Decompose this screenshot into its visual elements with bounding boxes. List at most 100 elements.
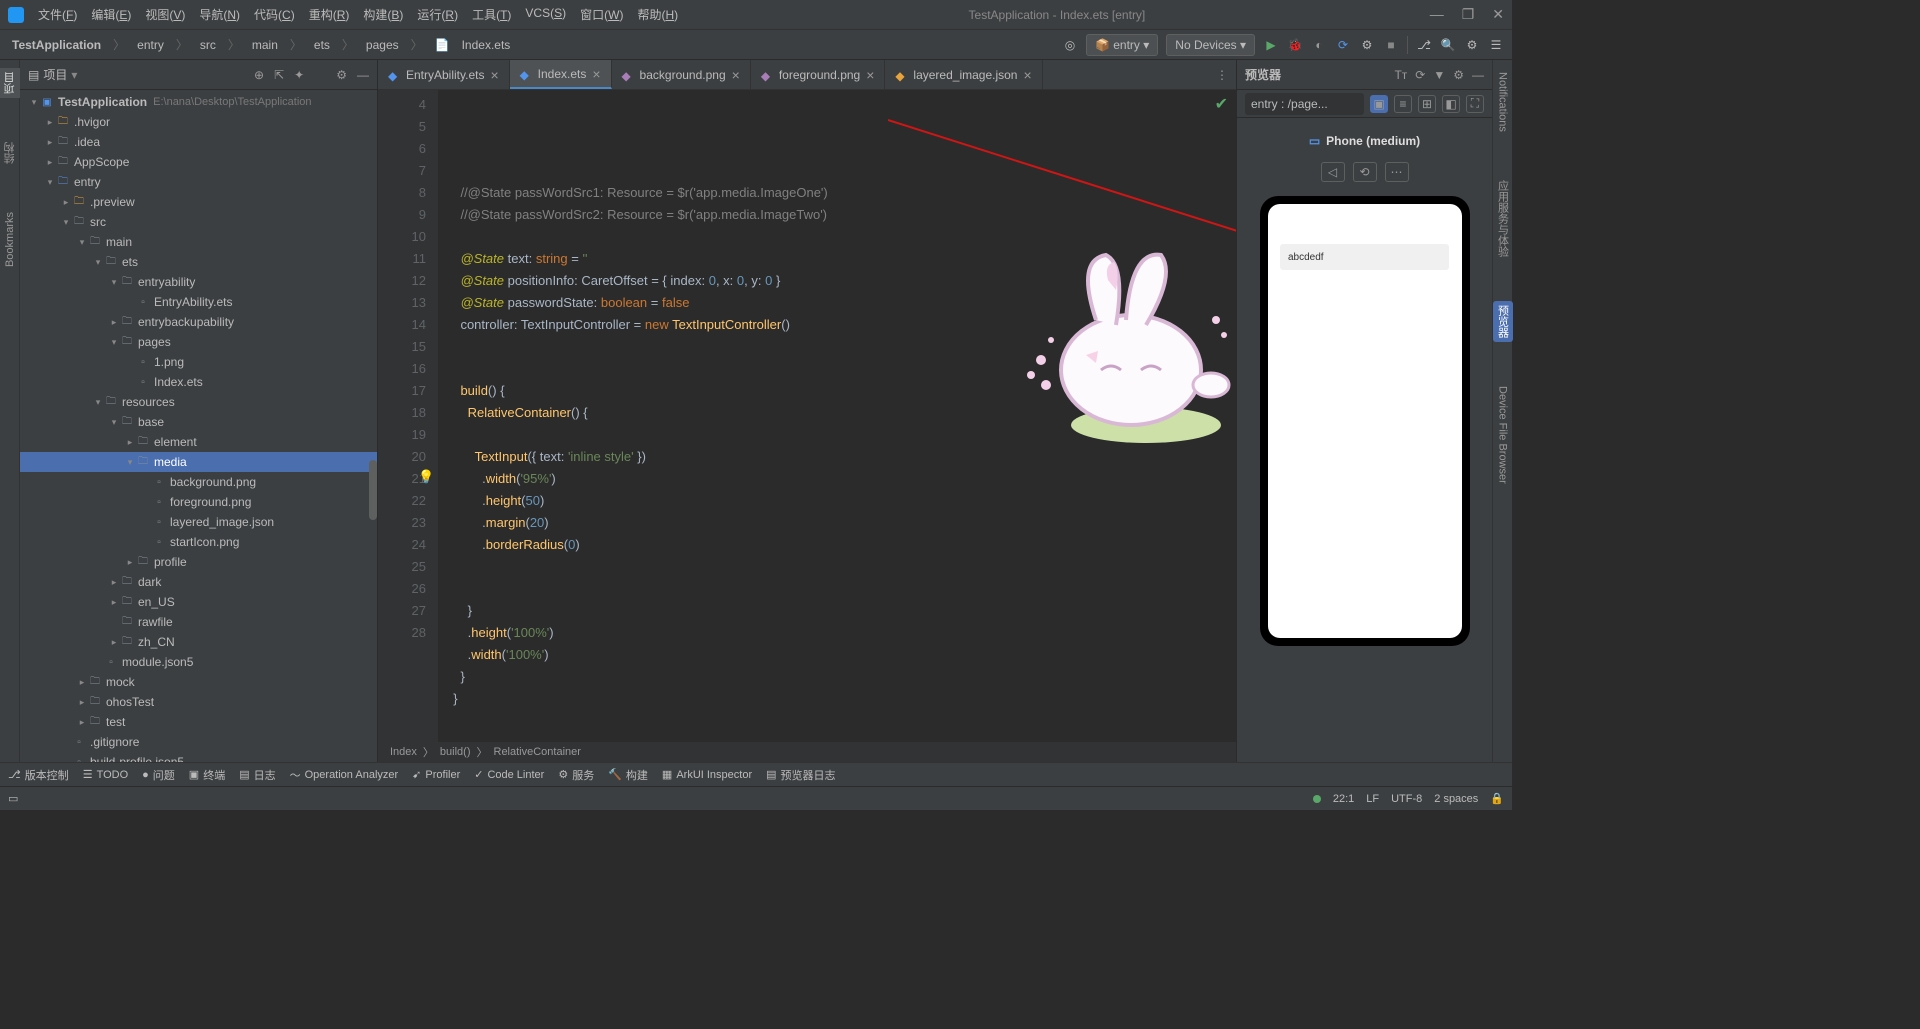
tool-tab[interactable]: 项目 [0, 68, 20, 98]
tool-tab[interactable]: Device File Browser [1495, 382, 1511, 488]
close-icon[interactable]: × [866, 67, 874, 83]
tree-node[interactable]: ▫foreground.png [20, 492, 377, 512]
run-button[interactable]: ▶ [1263, 37, 1279, 53]
tree-node[interactable]: ▾🗀entryability [20, 272, 377, 292]
mode-grid-icon[interactable]: ⊞ [1418, 95, 1436, 113]
tool-tab[interactable]: 预览器 [1493, 301, 1513, 342]
tree-node[interactable]: ▫.gitignore [20, 732, 377, 752]
editor-tab[interactable]: ◆layered_image.json× [885, 60, 1042, 89]
bottom-tool[interactable]: ▤日志 [239, 767, 275, 783]
preview-path[interactable]: entry : /page... [1245, 93, 1364, 115]
encoding[interactable]: UTF-8 [1391, 793, 1422, 805]
menu-item[interactable]: 工具(T) [466, 2, 517, 27]
settings-icon[interactable]: ⚙ [1464, 37, 1480, 53]
indent[interactable]: 2 spaces [1434, 793, 1478, 805]
tool-tab[interactable]: Bookmarks [2, 208, 18, 271]
readonly-icon[interactable]: 🔒 [1490, 792, 1504, 805]
tree-node[interactable]: ▸🗀profile [20, 552, 377, 572]
tree-node[interactable]: ▸🗀AppScope [20, 152, 377, 172]
attach-icon[interactable]: ⚙ [1359, 37, 1375, 53]
scrollbar[interactable] [369, 460, 377, 520]
debug-button[interactable]: 🐞 [1287, 37, 1303, 53]
code-crumb-item[interactable]: RelativeContainer [494, 746, 581, 758]
editor-tab[interactable]: ◆Index.ets× [510, 60, 612, 89]
crumb-item[interactable]: entry [133, 36, 168, 54]
code-crumb-item[interactable]: Index [390, 746, 417, 758]
maximize-button[interactable]: ❐ [1462, 6, 1475, 23]
tree-node[interactable]: ▸🗀.preview [20, 192, 377, 212]
bottom-tool[interactable]: 〜Operation Analyzer [290, 767, 399, 783]
menu-item[interactable]: 导航(N) [193, 2, 246, 27]
tree-node[interactable]: ▸🗀mock [20, 672, 377, 692]
tree-node[interactable]: ▾🗀main [20, 232, 377, 252]
tree-node[interactable]: ▫1.png [20, 352, 377, 372]
notifications-icon[interactable]: ☰ [1488, 37, 1504, 53]
close-icon[interactable]: × [1023, 67, 1031, 83]
tree-root[interactable]: ▾▣TestApplicationE:\nana\Desktop\TestApp… [20, 92, 377, 112]
bottom-tool[interactable]: 🔨构建 [608, 767, 648, 783]
coverage-icon[interactable]: ◐ [1311, 37, 1327, 53]
tree-node[interactable]: ▾🗀resources [20, 392, 377, 412]
mode-single-icon[interactable]: ▣ [1370, 95, 1388, 113]
menu-item[interactable]: 视图(V) [139, 2, 191, 27]
code-content[interactable]: ✔ //@State passWordSrc1: Resource = $r('… [438, 90, 1236, 742]
mode-stack-icon[interactable]: ≡ [1394, 95, 1412, 113]
bottom-tool[interactable]: ▤预览器日志 [766, 767, 835, 783]
locate-icon[interactable]: ⊕ [254, 68, 264, 82]
cursor-position[interactable]: 22:1 [1333, 793, 1354, 805]
rotate-button[interactable]: ⟲ [1353, 162, 1377, 182]
back-button[interactable]: ◁ [1321, 162, 1345, 182]
tree-node[interactable]: ▫background.png [20, 472, 377, 492]
module-selector[interactable]: 📦 entry ▾ [1086, 34, 1158, 56]
crumb-item[interactable]: main [248, 36, 282, 54]
tree-node[interactable]: ▫build-profile.json5 [20, 752, 377, 762]
bottom-tool[interactable]: ⎇版本控制 [8, 767, 69, 783]
menu-item[interactable]: 代码(C) [248, 2, 301, 27]
bottom-tool[interactable]: ⚙服务 [558, 767, 594, 783]
menu-item[interactable]: 运行(R) [411, 2, 464, 27]
mode-full-icon[interactable]: ⛶ [1466, 95, 1484, 113]
preview-hide-icon[interactable]: — [1472, 68, 1484, 82]
tool-tab[interactable]: Notifications [1495, 68, 1511, 136]
tree-node[interactable]: ▫layered_image.json [20, 512, 377, 532]
tool-tab[interactable]: 应用服务与体验 [1493, 176, 1513, 261]
crumb-item[interactable]: src [196, 36, 220, 54]
close-icon[interactable]: × [592, 66, 600, 82]
editor-tab[interactable]: ◆EntryAbility.ets× [378, 60, 510, 89]
stop-button[interactable]: ■ [1383, 37, 1399, 53]
preview-text-input[interactable]: abcdedf [1280, 244, 1449, 270]
menu-item[interactable]: 构建(B) [357, 2, 409, 27]
menu-item[interactable]: VCS(S) [519, 2, 572, 27]
editor-tab[interactable]: ◆background.png× [612, 60, 751, 89]
refresh-icon[interactable]: ⟳ [1335, 37, 1351, 53]
menu-item[interactable]: 重构(R) [303, 2, 356, 27]
editor-tab[interactable]: ◆foreground.png× [751, 60, 886, 89]
tree-node[interactable]: ▾🗀base [20, 412, 377, 432]
minimize-button[interactable]: — [1430, 6, 1444, 23]
tree-node[interactable]: ▫startIcon.png [20, 532, 377, 552]
tree-node[interactable]: ▾🗀media [20, 452, 377, 472]
tree-node[interactable]: ▸🗀zh_CN [20, 632, 377, 652]
bulb-icon[interactable]: 💡 [418, 466, 434, 488]
tree-node[interactable]: ▾🗀ets [20, 252, 377, 272]
device-selector[interactable]: No Devices ▾ [1166, 34, 1255, 56]
tree-node[interactable]: ▫module.json5 [20, 652, 377, 672]
bottom-tool[interactable]: ✓Code Linter [474, 768, 544, 781]
tree-node[interactable]: ▸🗀test [20, 712, 377, 732]
menu-item[interactable]: 文件(F) [32, 2, 83, 27]
device-screen[interactable]: abcdedf [1268, 204, 1462, 638]
status-message-icon[interactable]: ▭ [8, 792, 18, 805]
bottom-tool[interactable]: ☰TODO [83, 768, 128, 781]
bottom-tool[interactable]: ➹Profiler [412, 768, 460, 781]
tabs-more-icon[interactable]: ⋮ [1208, 68, 1236, 82]
crumb-item[interactable]: ets [310, 36, 334, 54]
close-button[interactable]: ✕ [1492, 6, 1504, 23]
tree-node[interactable]: ▾🗀entry [20, 172, 377, 192]
target-icon[interactable]: ◎ [1062, 37, 1078, 53]
hide-icon[interactable]: — [357, 68, 369, 82]
bottom-tool[interactable]: ●问题 [142, 767, 175, 783]
tree-node[interactable]: ▸🗀.hvigor [20, 112, 377, 132]
mode-split-icon[interactable]: ◧ [1442, 95, 1460, 113]
tree-node[interactable]: ▸🗀entrybackupability [20, 312, 377, 332]
tree-node[interactable]: ▫EntryAbility.ets [20, 292, 377, 312]
